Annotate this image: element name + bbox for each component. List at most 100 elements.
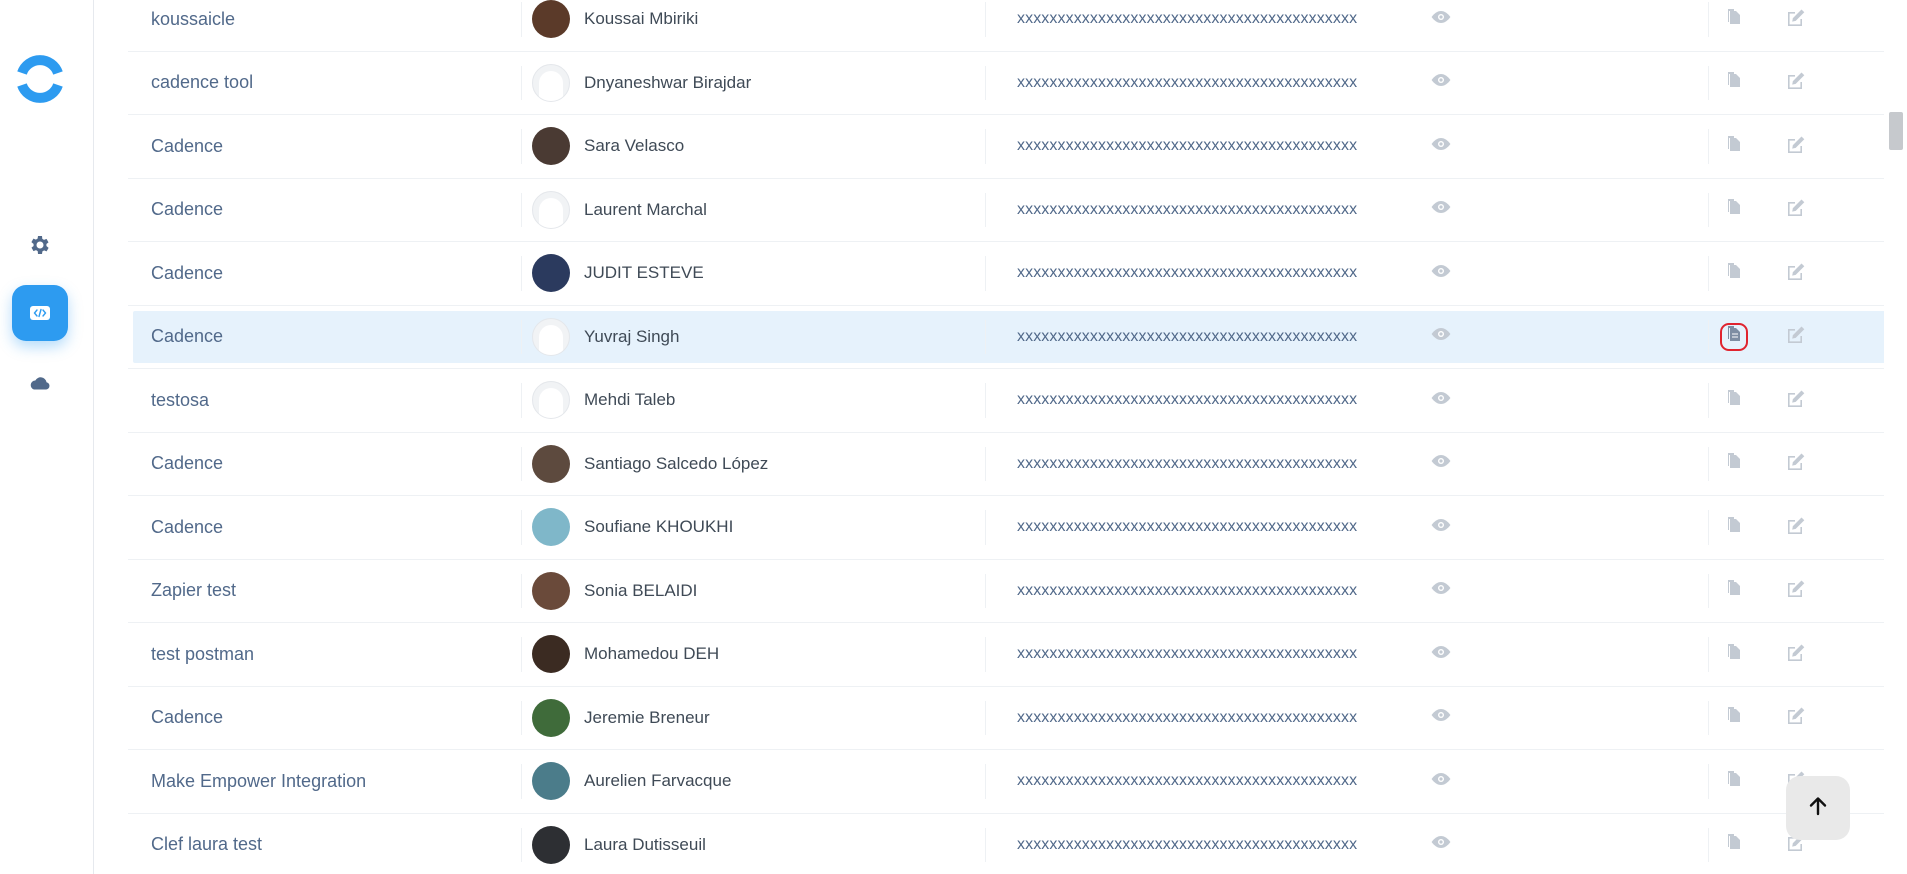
key-name[interactable]: Cadence <box>151 496 521 559</box>
show-key-button[interactable] <box>1426 496 1456 559</box>
show-key-button[interactable] <box>1426 115 1456 178</box>
table-row[interactable]: Zapier test Sonia BELAIDI xxxxxxxxxxxxxx… <box>128 560 1907 623</box>
edit-key-button[interactable] <box>1780 179 1812 242</box>
key-name[interactable]: Cadence <box>151 115 521 178</box>
copy-key-button[interactable] <box>1718 814 1750 874</box>
key-name[interactable]: Cadence <box>151 687 521 750</box>
table-row[interactable]: koussaicle Koussai Mbiriki xxxxxxxxxxxxx… <box>128 0 1907 52</box>
copy-key-button[interactable] <box>1718 433 1750 496</box>
column-divider <box>985 2 986 37</box>
eye-icon <box>1430 73 1452 92</box>
edit-key-button[interactable] <box>1780 623 1812 686</box>
copy-key-button[interactable] <box>1718 750 1750 813</box>
copy-key-button[interactable] <box>1718 0 1750 51</box>
column-divider <box>985 256 986 291</box>
table-row[interactable]: Cadence JUDIT ESTEVE xxxxxxxxxxxxxxxxxxx… <box>128 242 1907 306</box>
page-scrollbar[interactable] <box>1884 0 1907 874</box>
edit-key-button[interactable] <box>1780 560 1812 623</box>
owner-name: Soufiane KHOUKHI <box>584 517 734 537</box>
avatar <box>532 190 570 229</box>
table-row[interactable]: Cadence Santiago Salcedo López xxxxxxxxx… <box>128 433 1907 496</box>
column-divider <box>521 764 522 799</box>
key-name[interactable]: Cadence <box>151 242 521 305</box>
key-name[interactable]: testosa <box>151 369 521 432</box>
sidebar-item-cloud[interactable] <box>12 355 68 411</box>
copy-key-button[interactable] <box>1718 369 1750 432</box>
copy-key-button[interactable] <box>1718 496 1750 559</box>
table-row[interactable]: Cadence Jeremie Breneur xxxxxxxxxxxxxxxx… <box>128 687 1907 750</box>
api-key-value: xxxxxxxxxxxxxxxxxxxxxxxxxxxxxxxxxxxxxxxx… <box>1017 137 1358 155</box>
edit-key-button[interactable] <box>1780 52 1812 115</box>
key-name[interactable]: cadence tool <box>151 52 521 115</box>
key-name[interactable]: koussaicle <box>151 0 521 51</box>
key-name[interactable]: Make Empower Integration <box>151 750 521 813</box>
copy-key-button[interactable] <box>1718 560 1750 623</box>
copy-key-button[interactable] <box>1718 179 1750 242</box>
table-row[interactable]: Cadence Laurent Marchal xxxxxxxxxxxxxxxx… <box>128 179 1907 242</box>
show-key-button[interactable] <box>1426 750 1456 813</box>
show-key-button[interactable] <box>1426 0 1456 51</box>
column-divider <box>1708 446 1709 481</box>
show-key-button[interactable] <box>1426 623 1456 686</box>
avatar <box>532 762 570 801</box>
show-key-button[interactable] <box>1426 560 1456 623</box>
column-divider <box>521 573 522 608</box>
table-row[interactable]: Clef laura test Laura Dutisseuil xxxxxxx… <box>128 814 1907 874</box>
edit-key-button[interactable] <box>1780 369 1812 432</box>
edit-key-button[interactable] <box>1780 0 1812 51</box>
sidebar-item-api[interactable] <box>12 285 68 341</box>
show-key-button[interactable] <box>1426 179 1456 242</box>
copy-key-button[interactable] <box>1718 52 1750 115</box>
key-name[interactable]: test postman <box>151 623 521 686</box>
table-row[interactable]: test postman Mohamedou DEH xxxxxxxxxxxxx… <box>128 623 1907 687</box>
show-key-button[interactable] <box>1426 242 1456 305</box>
eye-icon <box>1430 10 1452 29</box>
owner-cell: Koussai Mbiriki <box>532 0 972 51</box>
show-key-button[interactable] <box>1426 687 1456 750</box>
table-row[interactable]: Cadence Soufiane KHOUKHI xxxxxxxxxxxxxxx… <box>128 496 1907 560</box>
api-key-value: xxxxxxxxxxxxxxxxxxxxxxxxxxxxxxxxxxxxxxxx… <box>1017 391 1358 409</box>
column-divider <box>985 573 986 608</box>
edit-key-button[interactable] <box>1780 433 1812 496</box>
copy-key-button[interactable] <box>1718 242 1750 305</box>
show-key-button[interactable] <box>1426 52 1456 115</box>
copy-key-button[interactable] <box>1718 115 1750 178</box>
show-key-button[interactable] <box>1426 306 1456 369</box>
column-divider <box>985 383 986 418</box>
key-name[interactable]: Zapier test <box>151 560 521 623</box>
code-icon <box>29 304 51 322</box>
copy-icon <box>1726 8 1742 31</box>
edit-key-button[interactable] <box>1780 687 1812 750</box>
show-key-button[interactable] <box>1426 814 1456 874</box>
copy-key-button[interactable] <box>1718 306 1750 369</box>
column-divider <box>985 319 986 354</box>
api-key-value: xxxxxxxxxxxxxxxxxxxxxxxxxxxxxxxxxxxxxxxx… <box>1017 708 1358 726</box>
key-name[interactable]: Cadence <box>151 433 521 496</box>
table-row[interactable]: Cadence Sara Velasco xxxxxxxxxxxxxxxxxxx… <box>128 115 1907 179</box>
avatar <box>532 63 570 102</box>
app-logo[interactable] <box>16 53 64 105</box>
table-row[interactable]: Cadence Yuvraj Singh xxxxxxxxxxxxxxxxxxx… <box>128 306 1907 369</box>
edit-key-button[interactable] <box>1780 496 1812 559</box>
table-row[interactable]: testosa Mehdi Taleb xxxxxxxxxxxxxxxxxxxx… <box>128 369 1907 433</box>
key-name[interactable]: Cadence <box>151 306 521 369</box>
sidebar-item-settings[interactable] <box>12 217 68 273</box>
copy-key-button[interactable] <box>1718 687 1750 750</box>
edit-key-button[interactable] <box>1780 115 1812 178</box>
table-row[interactable]: cadence tool Dnyaneshwar Birajdar xxxxxx… <box>128 52 1907 115</box>
column-divider <box>1708 65 1709 100</box>
table-row[interactable]: Make Empower Integration Aurelien Farvac… <box>128 750 1907 814</box>
back-to-top-button[interactable] <box>1786 776 1850 840</box>
edit-key-button[interactable] <box>1780 306 1812 369</box>
column-divider <box>521 827 522 862</box>
edit-icon <box>1785 134 1807 159</box>
key-name[interactable]: Clef laura test <box>151 814 521 874</box>
eye-icon <box>1430 581 1452 600</box>
show-key-button[interactable] <box>1426 433 1456 496</box>
scrollbar-thumb[interactable] <box>1889 112 1903 150</box>
copy-key-button[interactable] <box>1718 623 1750 686</box>
key-name[interactable]: Cadence <box>151 179 521 242</box>
edit-key-button[interactable] <box>1780 242 1812 305</box>
column-divider <box>985 129 986 164</box>
show-key-button[interactable] <box>1426 369 1456 432</box>
